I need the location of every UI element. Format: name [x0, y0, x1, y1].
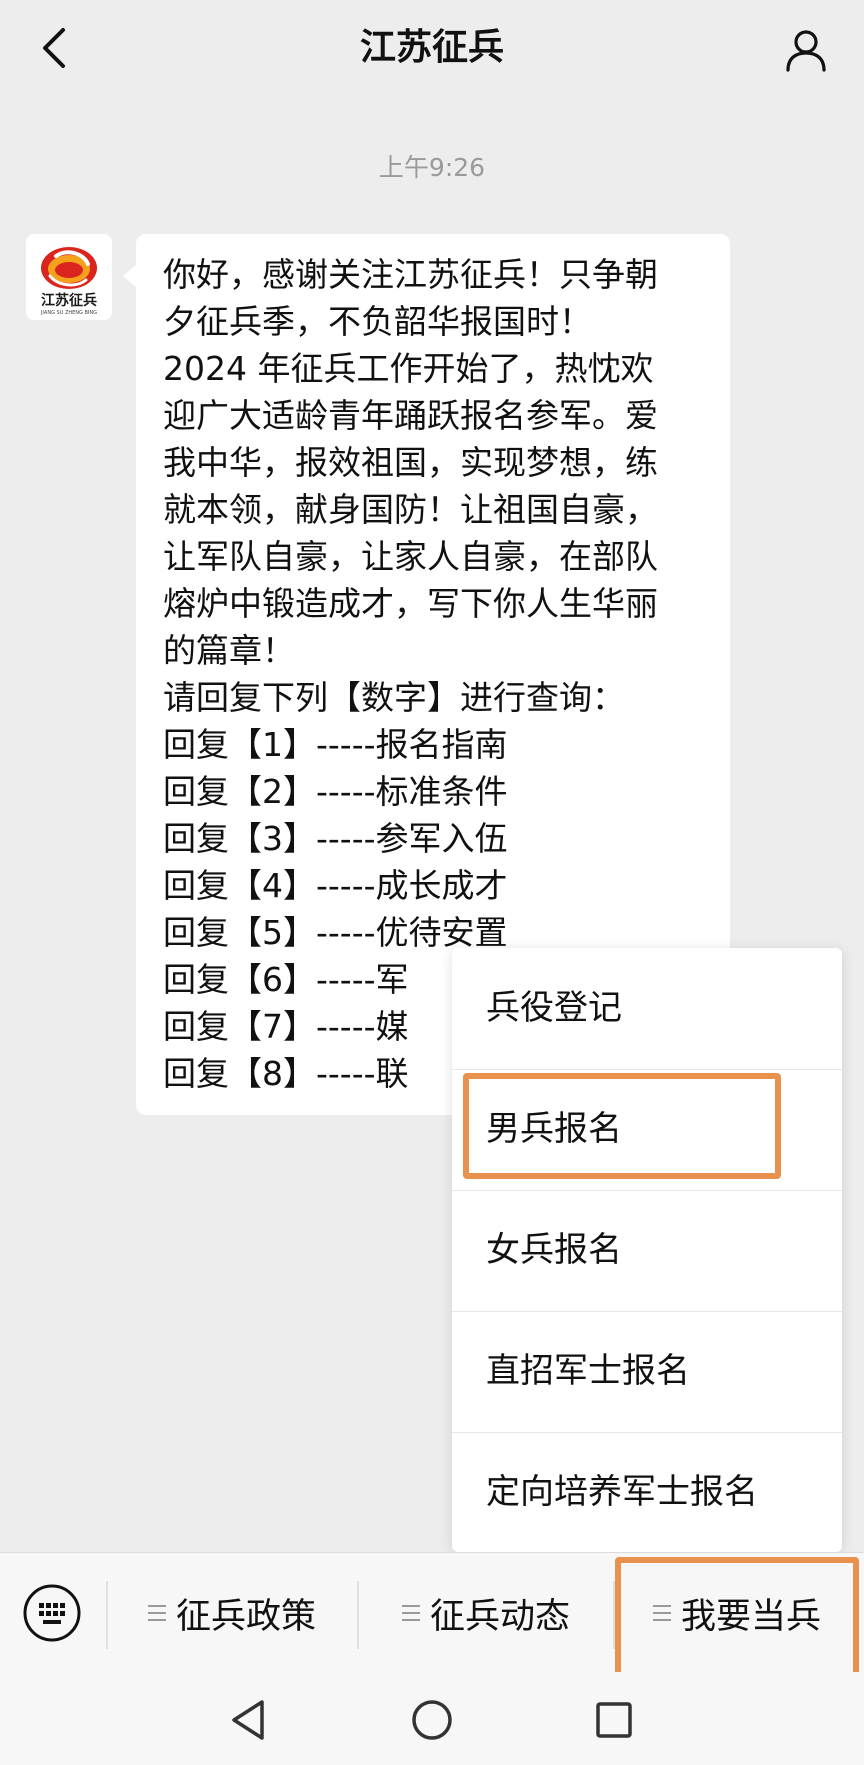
- profile-button[interactable]: [776, 20, 836, 80]
- message-line: 回复【2】-----标准条件: [163, 772, 508, 811]
- official-account-menu-bar: 征兵政策 征兵动态 我要当兵: [0, 1552, 864, 1672]
- triangle-back-icon: [232, 1700, 264, 1740]
- menu-button-policy[interactable]: 征兵政策: [110, 1553, 354, 1673]
- chevron-left-icon: [43, 28, 65, 68]
- nav-back-button[interactable]: [218, 1690, 278, 1750]
- keyboard-icon: [23, 1584, 81, 1642]
- menu-button-enlist[interactable]: 我要当兵: [618, 1553, 856, 1673]
- nav-recents-button[interactable]: [584, 1690, 644, 1750]
- message-line: 让军队自豪，让家人自豪，在部队: [163, 537, 658, 576]
- message-line: 夕征兵季，不负韶华报国时！: [163, 302, 592, 341]
- menu-button-news[interactable]: 征兵动态: [362, 1553, 610, 1673]
- three-lines-icon: [147, 1605, 166, 1621]
- menu-divider: [106, 1581, 108, 1649]
- back-button[interactable]: [26, 20, 82, 76]
- chat-screen: 江苏征兵 上午9:26 江苏征兵 JIANG SU ZHENG BING 你好，…: [0, 0, 864, 1765]
- message-line: 请回复下列【数字】进行查询：: [163, 678, 625, 717]
- menu-item-female-enlistment[interactable]: 女兵报名: [452, 1190, 842, 1311]
- menu-item-direct-recruit-nco[interactable]: 直招军士报名: [452, 1311, 842, 1432]
- logo-text: 江苏征兵: [41, 292, 97, 309]
- menu-divider: [357, 1581, 359, 1649]
- message-line: 回复【4】-----成长成才: [163, 866, 508, 905]
- message-line: 迎广大适龄青年踊跃报名参军。爱: [163, 396, 658, 435]
- nav-home-button[interactable]: [402, 1690, 462, 1750]
- menu-button-label: 征兵动态: [429, 1596, 570, 1637]
- person-icon: [786, 30, 826, 72]
- message-line: 你好，感谢关注江苏征兵！只争朝: [163, 255, 658, 294]
- menu-button-label: 征兵政策: [175, 1596, 316, 1637]
- system-nav-bar: [0, 1672, 864, 1765]
- menu-item-military-registration[interactable]: 兵役登记: [452, 948, 842, 1069]
- keyboard-toggle-button[interactable]: [20, 1581, 84, 1645]
- three-lines-icon: [652, 1605, 671, 1621]
- menu-divider: [613, 1581, 615, 1649]
- message-line: 我中华，报效祖国，实现梦想，练: [163, 443, 658, 482]
- menu-item-directed-training-nco[interactable]: 定向培养军士报名: [452, 1432, 842, 1553]
- message-line: 回复【1】-----报名指南: [163, 725, 508, 764]
- enlist-submenu: 兵役登记 男兵报名 女兵报名 直招军士报名 定向培养军士报名: [452, 948, 842, 1552]
- menu-item-male-enlistment[interactable]: 男兵报名: [452, 1069, 842, 1190]
- logo-subtext: JIANG SU ZHENG BING: [40, 310, 97, 316]
- menu-button-label: 我要当兵: [680, 1596, 821, 1637]
- message-timestamp: 上午9:26: [378, 153, 486, 182]
- header-bar: 江苏征兵: [0, 0, 864, 96]
- square-recents-icon: [596, 1702, 632, 1738]
- message-line: 回复【3】-----参军入伍: [163, 819, 508, 858]
- message-line: 熔炉中锻造成才，写下你人生华丽: [163, 584, 658, 623]
- message-line: 2024 年征兵工作开始了，热忱欢: [163, 349, 654, 388]
- message-line: 的篇章！: [163, 631, 295, 670]
- message-line: 就本领，献身国防！让祖国自豪，: [163, 490, 658, 529]
- avatar[interactable]: 江苏征兵 JIANG SU ZHENG BING: [26, 234, 112, 320]
- circle-home-icon: [412, 1700, 452, 1740]
- jiangsu-zhengbing-logo: 江苏征兵 JIANG SU ZHENG BING: [40, 247, 97, 316]
- page-title: 江苏征兵: [359, 27, 504, 68]
- three-lines-icon: [401, 1605, 420, 1621]
